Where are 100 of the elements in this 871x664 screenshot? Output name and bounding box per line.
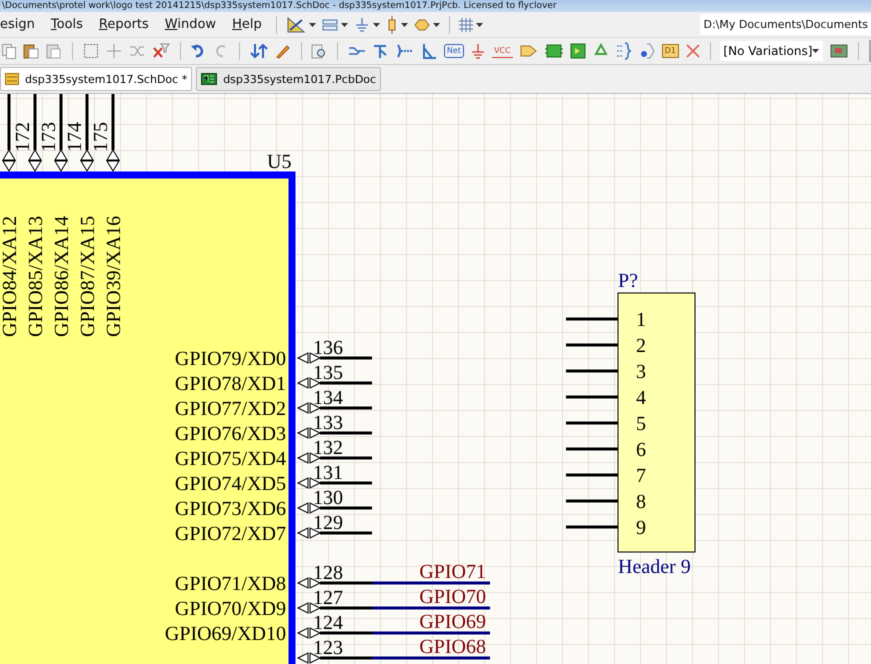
pin-number: 175: [90, 122, 112, 152]
sort-arrows-icon[interactable]: [250, 43, 268, 59]
pin-name: GPIO39/XA16: [103, 216, 125, 337]
pin-name: GPIO86/XA14: [51, 216, 73, 337]
pin-number: 1: [636, 309, 646, 331]
pin-line: [566, 448, 618, 450]
pin-number: 174: [64, 122, 86, 152]
pin-number: 136: [313, 337, 343, 359]
dropdown-arrow-icon[interactable]: [372, 22, 380, 26]
net-label: GPIO71: [419, 561, 486, 583]
pin-number: 7: [636, 465, 646, 487]
grid-icon[interactable]: [458, 18, 473, 32]
net-label-button[interactable]: Net: [444, 44, 464, 58]
pin-name: GPIO72/XD7: [174, 523, 286, 545]
pin-line: [566, 526, 618, 528]
pin-name: GPIO84/XA12: [0, 216, 21, 337]
power-port-button[interactable]: VCC: [492, 44, 513, 58]
document-tab[interactable]: dsp335system1017.PcbDoc: [196, 67, 382, 91]
path-field[interactable]: D:\My Documents\Documents: [700, 14, 871, 35]
menu-item[interactable]: Reports: [94, 17, 154, 32]
pin-name: GPIO74/XD5: [174, 473, 286, 495]
inspect-icon[interactable]: [311, 43, 328, 59]
designator-button[interactable]: D1: [662, 44, 679, 58]
window-title: \Documents\protel work\logo test 20141215\dsp335system1017.SchDoc - dsp335system1017.PrjPcb. Licensed to flyclover: [2, 1, 557, 11]
pin-number: 172: [12, 122, 34, 152]
pin-number: 130: [313, 487, 343, 509]
dropdown-arrow-icon[interactable]: [340, 22, 348, 26]
pin-number: 127: [313, 587, 343, 609]
port-icon[interactable]: [414, 18, 430, 30]
directive-icon[interactable]: [638, 42, 655, 60]
pin-name: GPIO76/XD3: [174, 423, 286, 445]
pin-name: GPIO73/XD6: [174, 498, 286, 520]
pin-line: [566, 474, 618, 476]
designator-label: P?: [618, 270, 638, 292]
pin-number: 123: [313, 637, 343, 659]
pin-name: GPIO71/XD8: [174, 573, 286, 595]
part-icon[interactable]: [520, 44, 538, 58]
pen-icon[interactable]: [274, 43, 291, 59]
dropdown-arrow-icon[interactable]: [476, 22, 483, 26]
paste-icon[interactable]: [23, 43, 39, 59]
schematic-document-icon: [5, 73, 19, 85]
pin-number: 129: [313, 512, 343, 534]
menu-item[interactable]: Window: [160, 17, 222, 32]
pin-number: 9: [636, 517, 646, 539]
net-label: GPIO69: [419, 611, 486, 633]
move-icon[interactable]: [106, 43, 122, 59]
dropdown-arrow-icon[interactable]: [400, 22, 408, 26]
document-tab[interactable]: dsp335system1017.SchDoc *: [0, 67, 192, 91]
dropdown-arrow-icon[interactable]: [432, 22, 440, 26]
pin-number: 2: [636, 335, 646, 357]
ground-icon[interactable]: [354, 16, 370, 32]
pin-line: [566, 500, 618, 502]
harness-icon[interactable]: [396, 43, 414, 59]
designator-label: U5: [267, 151, 292, 173]
dropdown-arrow-icon[interactable]: [308, 22, 316, 26]
dropdown-arrow-icon: [812, 49, 820, 53]
pin-number: 6: [636, 439, 646, 461]
pin-number: 4: [636, 387, 646, 409]
pin-number: 132: [313, 437, 343, 459]
pin-line: [566, 344, 618, 346]
sheet-entry-icon[interactable]: [570, 43, 586, 59]
component-comment: Header 9: [618, 556, 691, 578]
clear-filter-icon[interactable]: [152, 43, 170, 59]
pin-name: GPIO75/XD4: [174, 448, 286, 470]
capacitor-icon[interactable]: [386, 16, 398, 34]
board-icon[interactable]: [830, 43, 848, 59]
pin-line: [566, 396, 618, 398]
pin-number: 124: [313, 612, 343, 634]
pin-name: GPIO70/XD9: [174, 598, 286, 620]
menu-item[interactable]: Tools: [46, 17, 88, 32]
pin-name: GPIO85/XA13: [25, 216, 47, 337]
menu-item[interactable]: esign: [0, 17, 40, 32]
copy-icon[interactable]: [2, 43, 16, 59]
clipboard-icon[interactable]: [46, 43, 62, 59]
pin-number: 133: [313, 412, 343, 434]
variations-dropdown[interactable]: [No Variations]: [720, 41, 824, 61]
ruler-icon[interactable]: [286, 16, 306, 34]
pin-number: 8: [636, 491, 646, 513]
net-label: GPIO70: [419, 586, 486, 608]
pin-number: 3: [636, 361, 646, 383]
menu-item[interactable]: Help: [227, 17, 267, 32]
brace-icon[interactable]: [616, 42, 632, 60]
select-rectangle-icon[interactable]: [82, 43, 99, 59]
cross-icon[interactable]: [686, 44, 700, 58]
pin-line: [566, 422, 618, 424]
net-label: GPIO68: [419, 636, 486, 658]
pin-name: GPIO69/XD10: [164, 623, 286, 645]
pin-number: 128: [313, 562, 343, 584]
bus-entry-line-icon[interactable]: [420, 43, 437, 59]
pin-number: 134: [313, 387, 343, 409]
bus-icon[interactable]: [372, 43, 389, 59]
sheet-symbol-icon[interactable]: [544, 44, 563, 58]
pin-name: GPIO78/XD1: [174, 373, 286, 395]
pin-line: [566, 318, 618, 320]
pin-name: GPIO77/XD2: [174, 398, 286, 420]
ground-icon[interactable]: [470, 43, 485, 59]
pin-number: 173: [38, 122, 60, 152]
pin-name: GPIO87/XA15: [77, 216, 99, 337]
pin-number: 131: [313, 462, 343, 484]
pin-number: 135: [313, 362, 343, 384]
